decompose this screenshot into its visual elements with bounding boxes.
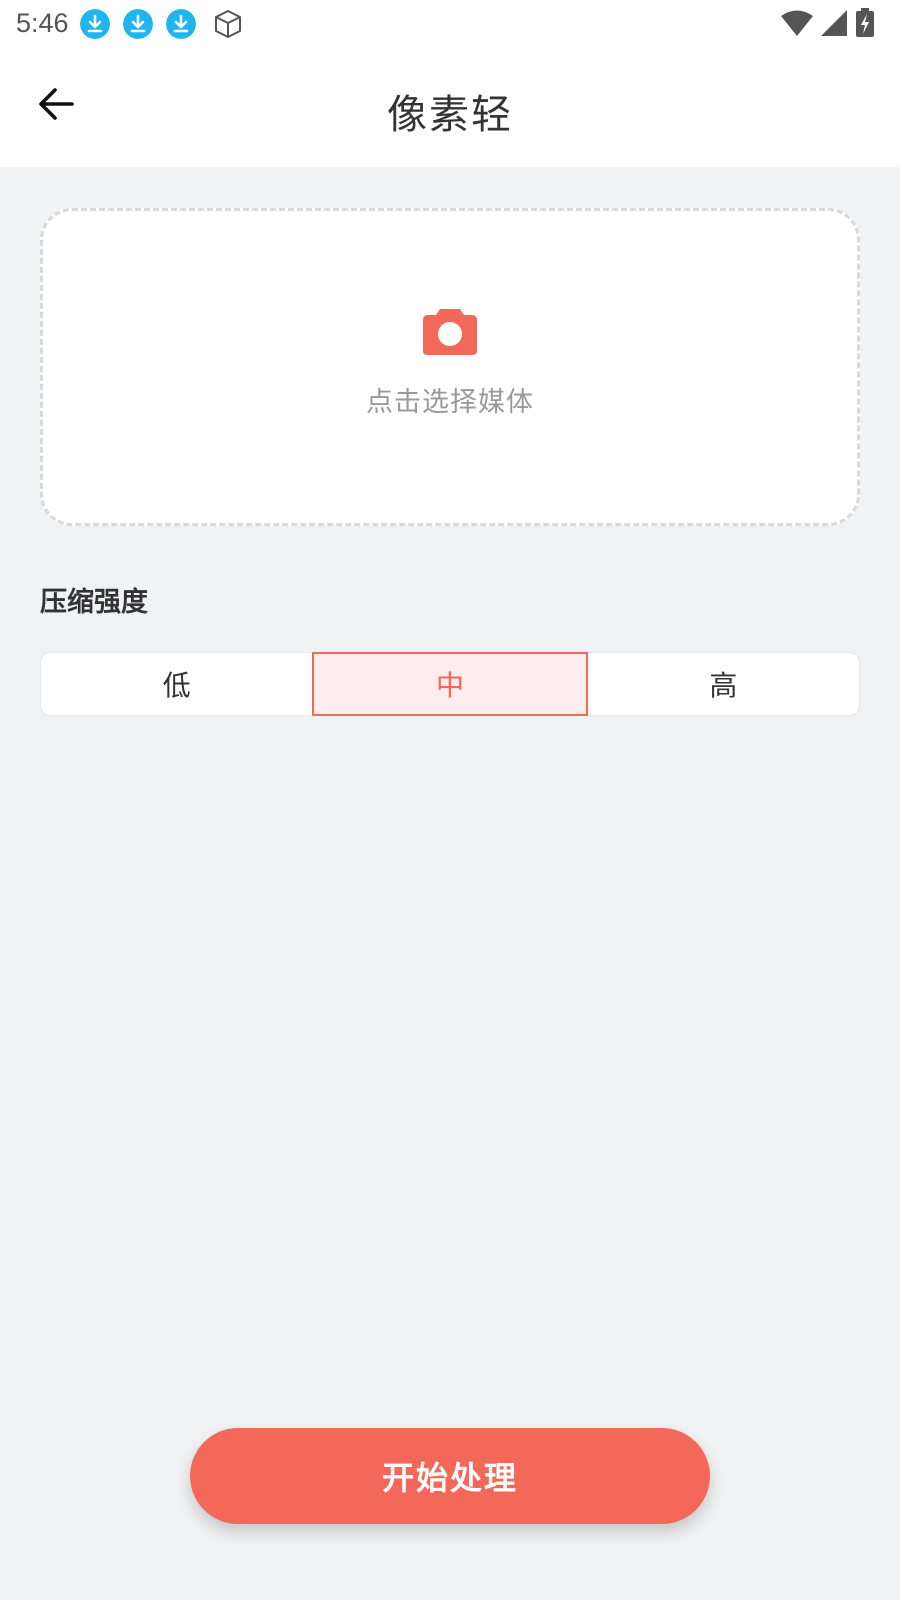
page-title: 像素轻 [387,92,513,138]
download-icon [166,9,196,39]
status-time: 5:46 [16,8,69,38]
signal-icon [821,10,847,36]
battery-charging-icon [856,8,874,37]
cube-icon [215,10,241,38]
media-picker[interactable]: 点击选择媒体 [40,208,860,526]
app-bar: 像素轻 [0,48,900,167]
compression-option-low[interactable]: 低 [41,653,312,715]
system-icons [780,8,876,38]
compression-label: 压缩强度 [40,587,148,618]
start-processing-button[interactable]: 开始处理 [190,1428,710,1524]
status-bar: 5:46 [0,0,900,48]
camera-icon [423,308,477,355]
download-icon [123,9,153,39]
compression-selector: 低 中 高 [40,652,860,716]
compression-option-medium[interactable]: 中 [312,652,588,716]
download-icon [80,9,110,39]
compression-option-high[interactable]: 高 [588,653,859,715]
wifi-icon [781,10,813,36]
upload-hint: 点击选择媒体 [366,386,534,418]
